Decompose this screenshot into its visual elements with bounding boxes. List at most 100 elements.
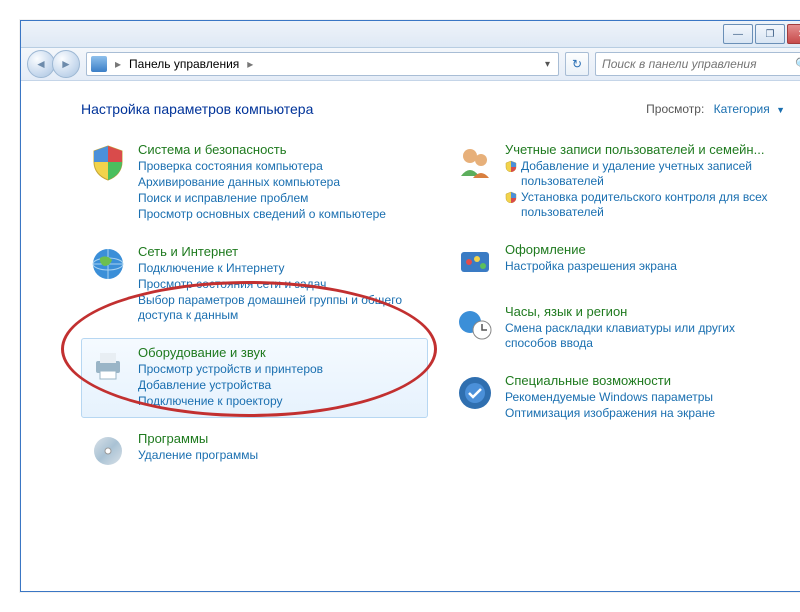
view-by-label: Просмотр: bbox=[646, 102, 704, 116]
category-body: Оборудование и звук Просмотр устройств и … bbox=[138, 345, 419, 409]
category-link[interactable]: Смена раскладки клавиатуры или других сп… bbox=[505, 321, 786, 351]
categories-columns: Система и безопасность Проверка состояния… bbox=[81, 135, 795, 480]
category-links: Смена раскладки клавиатуры или других сп… bbox=[505, 321, 786, 351]
category-body: Программы Удаление программы bbox=[138, 431, 419, 471]
category-links: Просмотр устройств и принтеровДобавление… bbox=[138, 362, 419, 409]
header-row: Настройка параметров компьютера Просмотр… bbox=[81, 101, 795, 117]
category-title[interactable]: Специальные возможности bbox=[505, 373, 786, 388]
category-link[interactable]: Оптимизация изображения на экране bbox=[505, 406, 786, 421]
category-body: Специальные возможности Рекомендуемые Win… bbox=[505, 373, 786, 421]
link-text: Добавление устройства bbox=[138, 378, 271, 393]
category-title[interactable]: Оформление bbox=[505, 242, 786, 257]
address-bar[interactable]: ▸ Панель управления ▸ ▾ bbox=[86, 52, 559, 76]
category-links: Проверка состояния компьютераАрхивирован… bbox=[138, 159, 419, 222]
category-ease-access[interactable]: Специальные возможности Рекомендуемые Win… bbox=[448, 366, 795, 430]
breadcrumb-sep: ▸ bbox=[113, 57, 123, 71]
disc-icon bbox=[88, 431, 128, 471]
uac-shield-icon bbox=[505, 160, 517, 172]
column-right: Учетные записи пользователей и семейн...… bbox=[448, 135, 795, 480]
shield-icon bbox=[88, 142, 128, 182]
category-programs[interactable]: Программы Удаление программы bbox=[81, 424, 428, 480]
link-text: Подключение к Интернету bbox=[138, 261, 285, 276]
category-link[interactable]: Настройка разрешения экрана bbox=[505, 259, 786, 274]
category-user-accounts[interactable]: Учетные записи пользователей и семейн...… bbox=[448, 135, 795, 229]
category-link[interactable]: Архивирование данных компьютера bbox=[138, 175, 419, 190]
refresh-button[interactable]: ↻ bbox=[565, 52, 589, 76]
back-button[interactable]: ◄ bbox=[27, 50, 55, 78]
users-icon bbox=[455, 142, 495, 182]
link-text: Настройка разрешения экрана bbox=[505, 259, 677, 274]
link-text: Смена раскладки клавиатуры или других сп… bbox=[505, 321, 786, 351]
category-link[interactable]: Просмотр устройств и принтеров bbox=[138, 362, 419, 377]
category-link[interactable]: Рекомендуемые Windows параметры bbox=[505, 390, 786, 405]
link-text: Поиск и исправление проблем bbox=[138, 191, 308, 206]
category-links: Удаление программы bbox=[138, 448, 419, 463]
nav-buttons: ◄ ► bbox=[27, 50, 80, 78]
link-text: Просмотр устройств и принтеров bbox=[138, 362, 323, 377]
category-network-internet[interactable]: Сеть и Интернет Подключение к ИнтернетуПр… bbox=[81, 237, 428, 332]
search-input[interactable] bbox=[600, 56, 795, 72]
link-text: Выбор параметров домашней группы и общег… bbox=[138, 293, 419, 323]
category-title[interactable]: Система и безопасность bbox=[138, 142, 419, 157]
clock-globe-icon bbox=[455, 304, 495, 344]
close-button[interactable]: ✕ bbox=[787, 24, 800, 44]
category-body: Система и безопасность Проверка состояния… bbox=[138, 142, 419, 222]
forward-button[interactable]: ► bbox=[52, 50, 80, 78]
category-title[interactable]: Сеть и Интернет bbox=[138, 244, 419, 259]
breadcrumb-sep: ▸ bbox=[245, 57, 255, 71]
link-text: Рекомендуемые Windows параметры bbox=[505, 390, 713, 405]
category-title[interactable]: Часы, язык и регион bbox=[505, 304, 786, 319]
titlebar: — ❐ ✕ bbox=[21, 21, 800, 48]
category-link[interactable]: Просмотр состояния сети и задач bbox=[138, 277, 419, 292]
address-dropdown-arrow[interactable]: ▾ bbox=[541, 59, 554, 70]
category-link[interactable]: Подключение к Интернету bbox=[138, 261, 419, 276]
category-title[interactable]: Учетные записи пользователей и семейн... bbox=[505, 142, 786, 157]
category-link[interactable]: Удаление программы bbox=[138, 448, 419, 463]
category-link[interactable]: Выбор параметров домашней группы и общег… bbox=[138, 293, 419, 323]
ease-icon bbox=[455, 373, 495, 413]
breadcrumb[interactable]: Панель управления bbox=[129, 57, 239, 71]
search-box[interactable]: 🔍 bbox=[595, 52, 800, 76]
link-text: Архивирование данных компьютера bbox=[138, 175, 340, 190]
content-area: Настройка параметров компьютера Просмотр… bbox=[21, 81, 800, 591]
globe-icon bbox=[88, 244, 128, 284]
link-text: Оптимизация изображения на экране bbox=[505, 406, 715, 421]
link-text: Просмотр состояния сети и задач bbox=[138, 277, 326, 292]
link-text: Удаление программы bbox=[138, 448, 258, 463]
category-link[interactable]: Проверка состояния компьютера bbox=[138, 159, 419, 174]
category-link[interactable]: Добавление и удаление учетных записей по… bbox=[505, 159, 786, 189]
category-body: Часы, язык и регион Смена раскладки клави… bbox=[505, 304, 786, 351]
link-text: Добавление и удаление учетных записей по… bbox=[521, 159, 786, 189]
category-appearance[interactable]: Оформление Настройка разрешения экрана bbox=[448, 235, 795, 291]
category-system-security[interactable]: Система и безопасность Проверка состояния… bbox=[81, 135, 428, 231]
link-text: Установка родительского контроля для все… bbox=[521, 190, 786, 220]
chevron-down-icon: ▼ bbox=[773, 105, 785, 115]
control-panel-window: — ❐ ✕ ◄ ► ▸ Панель управления ▸ ▾ ↻ 🔍 На… bbox=[20, 20, 800, 592]
category-link[interactable]: Подключение к проектору bbox=[138, 394, 419, 409]
search-icon: 🔍 bbox=[795, 57, 800, 71]
category-link[interactable]: Просмотр основных сведений о компьютере bbox=[138, 207, 419, 222]
page-title: Настройка параметров компьютера bbox=[81, 101, 313, 117]
category-links: Добавление и удаление учетных записей по… bbox=[505, 159, 786, 220]
category-link[interactable]: Поиск и исправление проблем bbox=[138, 191, 419, 206]
category-body: Учетные записи пользователей и семейн...… bbox=[505, 142, 786, 220]
category-link[interactable]: Установка родительского контроля для все… bbox=[505, 190, 786, 220]
category-clock-lang[interactable]: Часы, язык и регион Смена раскладки клави… bbox=[448, 297, 795, 360]
minimize-button[interactable]: — bbox=[723, 24, 753, 44]
category-links: Подключение к ИнтернетуПросмотр состояни… bbox=[138, 261, 419, 323]
link-text: Просмотр основных сведений о компьютере bbox=[138, 207, 386, 222]
category-title[interactable]: Программы bbox=[138, 431, 419, 446]
category-hardware-sound[interactable]: Оборудование и звук Просмотр устройств и … bbox=[81, 338, 428, 418]
category-body: Оформление Настройка разрешения экрана bbox=[505, 242, 786, 282]
uac-shield-icon bbox=[505, 191, 517, 203]
link-text: Проверка состояния компьютера bbox=[138, 159, 323, 174]
control-panel-icon bbox=[91, 56, 107, 72]
maximize-button[interactable]: ❐ bbox=[755, 24, 785, 44]
view-by-control[interactable]: Просмотр: Категория ▼ bbox=[646, 102, 785, 116]
navbar: ◄ ► ▸ Панель управления ▸ ▾ ↻ 🔍 bbox=[21, 48, 800, 81]
category-body: Сеть и Интернет Подключение к ИнтернетуПр… bbox=[138, 244, 419, 323]
printer-icon bbox=[88, 345, 128, 385]
category-link[interactable]: Добавление устройства bbox=[138, 378, 419, 393]
category-title[interactable]: Оборудование и звук bbox=[138, 345, 419, 360]
column-left: Система и безопасность Проверка состояния… bbox=[81, 135, 428, 480]
